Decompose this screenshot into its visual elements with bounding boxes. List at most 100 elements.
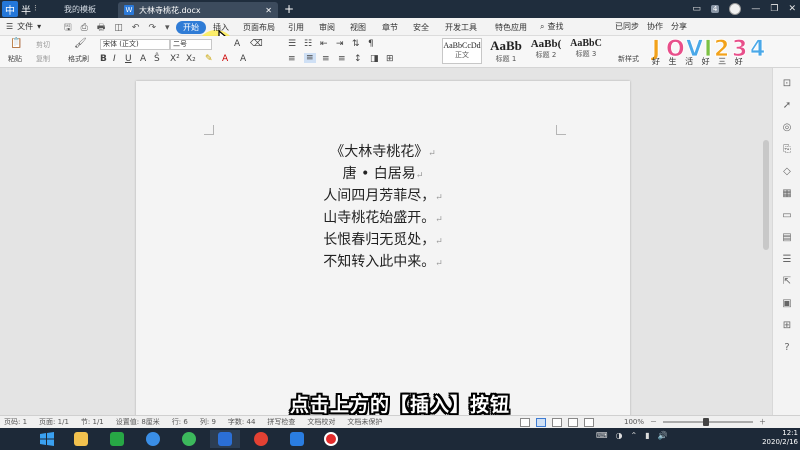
status-section[interactable]: 节: 1/1 (81, 417, 104, 427)
tab-developer[interactable]: 开发工具 (445, 21, 477, 34)
taskbar-wps[interactable] (210, 430, 240, 448)
status-proofread[interactable]: 文档校对 (307, 417, 335, 427)
paste-button[interactable]: 粘贴 (8, 54, 22, 64)
tab-close-icon[interactable]: ✕ (265, 6, 272, 15)
table-icon[interactable]: ▦ (781, 188, 793, 200)
copy-button[interactable]: 复制 (36, 54, 50, 64)
cut-button[interactable]: 剪切 (36, 40, 50, 50)
taskbar-store[interactable] (102, 430, 132, 448)
list-icon[interactable]: ☰ (781, 254, 793, 266)
status-row[interactable]: 行: 6 (172, 417, 188, 427)
volume-icon[interactable]: 🔊 (658, 431, 668, 440)
text-color-icon[interactable]: A (222, 54, 228, 64)
superscript-icon[interactable]: X² (170, 54, 180, 64)
tab-document[interactable]: W 大林寺桃花.docx ✕ (118, 2, 278, 18)
status-page-number[interactable]: 页码: 1 (4, 417, 27, 427)
align-left-icon[interactable]: ≡ (288, 54, 296, 64)
outdent-icon[interactable]: ⇤ (320, 39, 328, 49)
highlight-color-icon[interactable]: ✎ (205, 54, 213, 64)
bullet-list-icon[interactable]: ☰ (288, 39, 296, 49)
ime-width-mode[interactable]: 半 (21, 2, 31, 17)
ime-language-indicator[interactable]: 中 (2, 1, 18, 17)
view-read-icon[interactable] (584, 417, 594, 427)
format-painter-icon[interactable]: 🖌 (74, 38, 87, 49)
grid-icon[interactable]: ⊞ (781, 320, 793, 332)
taskbar-chrome[interactable] (246, 430, 276, 448)
align-right-icon[interactable]: ≡ (322, 54, 330, 64)
export-icon[interactable]: ⎙ (81, 23, 88, 33)
new-style-button[interactable]: 新样式 (618, 54, 639, 64)
status-pages[interactable]: 页面: 1/1 (39, 417, 69, 427)
minimize-button[interactable]: — (751, 4, 760, 14)
tab-start[interactable]: 开始 (176, 21, 206, 34)
status-word-count[interactable]: 字数: 44 (228, 417, 256, 427)
taskbar-pdf[interactable] (282, 430, 312, 448)
share-button[interactable]: 分享 (671, 21, 687, 32)
ime-more-icon[interactable]: ⁝ (34, 4, 37, 14)
zoom-level[interactable]: 100% (624, 418, 644, 426)
vertical-scrollbar[interactable] (762, 80, 770, 410)
save-icon[interactable]: 🖫 (64, 20, 72, 36)
justify-icon[interactable]: ≡ (338, 54, 346, 64)
style-normal[interactable]: AaBbCcDd 正文 (442, 38, 482, 64)
strikethrough-icon[interactable]: Ŝ (154, 54, 160, 64)
style-heading-3[interactable]: AaBbC 标题 3 (566, 38, 606, 64)
tab-page-layout[interactable]: 页面布局 (243, 21, 275, 34)
bookmark-icon[interactable]: ⎘ (781, 144, 793, 156)
view-outline-icon[interactable] (552, 417, 562, 427)
zoom-out-icon[interactable]: － (650, 417, 657, 427)
status-setting[interactable]: 设置值: 8厘米 (116, 417, 160, 427)
tab-security[interactable]: 安全 (413, 21, 429, 34)
clear-format-icon[interactable]: ⌫ (250, 39, 263, 49)
align-center-icon[interactable]: ≡ (304, 53, 316, 63)
font-size-select[interactable]: 二号 (170, 39, 212, 50)
scrollbar-thumb[interactable] (763, 140, 769, 250)
quick-access-more-icon[interactable]: ▾ (165, 23, 170, 33)
notification-badge[interactable]: 4 (710, 5, 720, 13)
show-marks-icon[interactable]: ¶ (368, 39, 374, 49)
indent-icon[interactable]: ⇥ (336, 39, 344, 49)
taskbar-file-explorer[interactable] (66, 430, 96, 448)
view-page-icon[interactable] (536, 417, 546, 427)
underline-icon[interactable]: U (125, 54, 132, 64)
char-shading-icon[interactable]: A (240, 54, 246, 64)
taskbar-cloud[interactable] (138, 430, 168, 448)
tray-expand-icon[interactable]: ⌃ (631, 431, 638, 440)
print-icon[interactable]: 🖶 (97, 20, 106, 36)
tab-chapter[interactable]: 章节 (382, 21, 398, 34)
tab-view[interactable]: 视图 (350, 21, 366, 34)
comment-icon[interactable]: ▣ (781, 298, 793, 310)
location-icon[interactable]: ◎ (781, 122, 793, 134)
numbered-list-icon[interactable]: ☷ (304, 39, 312, 49)
italic-icon[interactable]: I (113, 54, 116, 64)
zoom-in-icon[interactable]: ＋ (759, 417, 766, 427)
subscript-icon[interactable]: X₂ (186, 54, 196, 64)
document-body[interactable]: 《大林寺桃花》↵ 唐 • 白居易↵ 人间四月芳菲尽，↵ 山寺桃花始盛开。↵ 长恨… (136, 142, 630, 274)
font-grow-icon[interactable]: A (234, 39, 240, 49)
shading-icon[interactable]: ◨ (370, 54, 379, 64)
shape-icon[interactable]: ▭ (781, 210, 793, 222)
taskbar-browser[interactable] (174, 430, 204, 448)
chart-icon[interactable]: ▤ (781, 232, 793, 244)
status-unprotected[interactable]: 文档未保护 (347, 417, 382, 427)
tag-icon[interactable]: ◇ (781, 166, 793, 178)
redo-icon[interactable]: ↷ (148, 23, 156, 33)
preview-icon[interactable]: ◫ (114, 23, 123, 33)
file-menu[interactable]: ☰ 文件 ▾ (6, 21, 41, 32)
status-spell-check[interactable]: 拼写检查 (267, 417, 295, 427)
new-tab-button[interactable]: + (284, 2, 294, 16)
bold-icon[interactable]: B (100, 54, 107, 64)
close-button[interactable]: ✕ (788, 4, 796, 14)
undo-icon[interactable]: ↶ (132, 23, 140, 33)
network-icon[interactable]: ▮ (645, 431, 649, 440)
border-icon[interactable]: ⊞ (386, 54, 394, 64)
panel-expand-icon[interactable]: ⊡ (781, 78, 793, 90)
start-button[interactable] (32, 430, 62, 448)
search-command[interactable]: ⌕ 查找 (540, 21, 563, 32)
status-col[interactable]: 列: 9 (200, 417, 216, 427)
system-clock[interactable]: 12:1 2020/2/16 (758, 429, 798, 447)
sort-icon[interactable]: ⇅ (352, 39, 360, 49)
font-name-select[interactable]: 宋体 (正文) (100, 39, 170, 50)
document-page[interactable]: 《大林寺桃花》↵ 唐 • 白居易↵ 人间四月芳菲尽，↵ 山寺桃花始盛开。↵ 长恨… (136, 81, 630, 421)
sync-button[interactable]: 已同步 (615, 21, 639, 32)
